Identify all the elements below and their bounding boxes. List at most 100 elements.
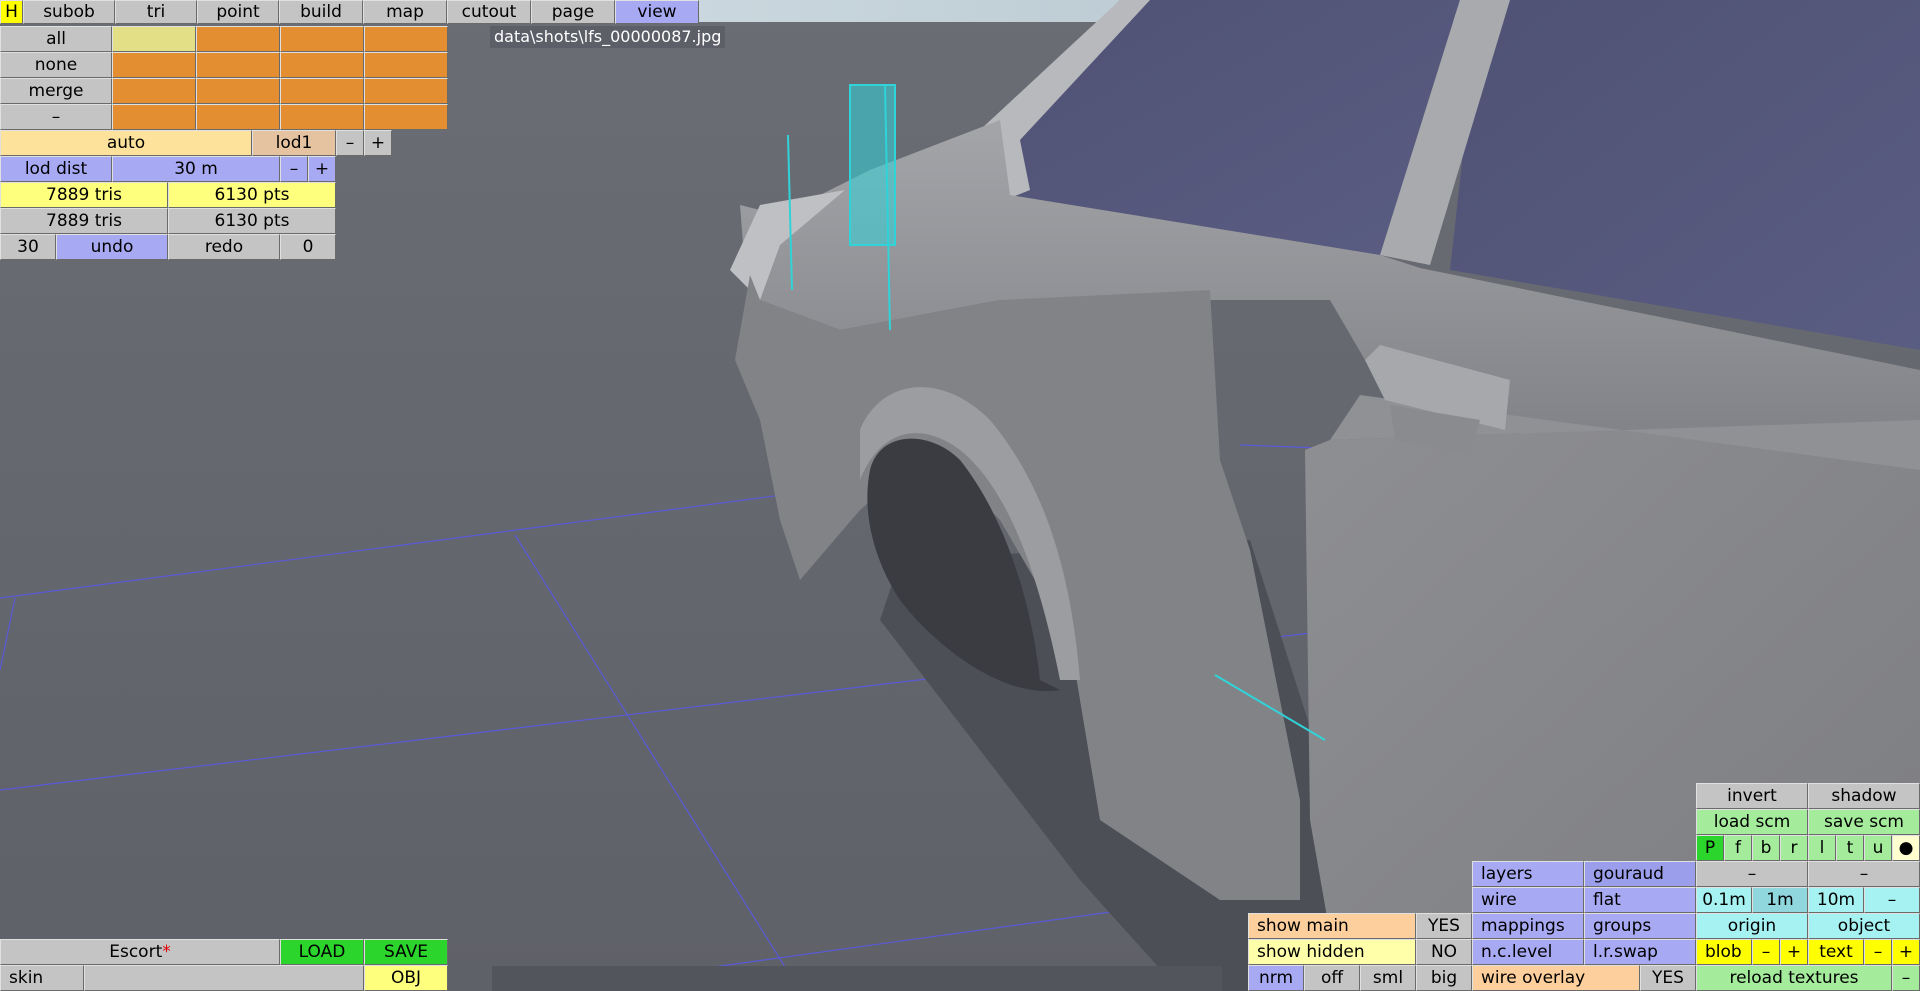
- modified-indicator: *: [162, 941, 171, 962]
- normals-big-button[interactable]: big: [1416, 965, 1472, 991]
- view-right-button[interactable]: r: [1780, 835, 1808, 861]
- menu-page[interactable]: page: [531, 0, 615, 24]
- redo-button[interactable]: redo: [168, 234, 280, 260]
- text-minus-button[interactable]: –: [1864, 939, 1892, 965]
- show-main-label: show main: [1248, 913, 1416, 939]
- lod-plus-button[interactable]: +: [364, 130, 392, 156]
- layers-button[interactable]: layers: [1472, 861, 1584, 887]
- select-all-cell-3[interactable]: [280, 26, 364, 52]
- menu-tri[interactable]: tri: [115, 0, 197, 24]
- menu-subob[interactable]: subob: [23, 0, 115, 24]
- lod-dist-value[interactable]: 30 m: [112, 156, 280, 182]
- shadow-button[interactable]: shadow: [1808, 783, 1920, 809]
- obj-button[interactable]: OBJ: [364, 965, 448, 991]
- skin-field[interactable]: [84, 965, 364, 991]
- select-all-cell-4[interactable]: [364, 26, 448, 52]
- lod-dist-minus-button[interactable]: –: [280, 156, 308, 182]
- gouraud-button[interactable]: gouraud: [1584, 861, 1696, 887]
- normals-nrm-button[interactable]: nrm: [1248, 965, 1304, 991]
- load-button[interactable]: LOAD: [280, 939, 364, 965]
- menu-point[interactable]: point: [197, 0, 279, 24]
- menu-view[interactable]: view: [615, 0, 699, 24]
- view-dot-icon[interactable]: ●: [1892, 835, 1920, 861]
- merge-cell-1[interactable]: [112, 78, 196, 104]
- invert-button[interactable]: invert: [1696, 783, 1808, 809]
- load-scm-button[interactable]: load scm: [1696, 809, 1808, 835]
- view-left-button[interactable]: l: [1808, 835, 1836, 861]
- groups-button[interactable]: groups: [1584, 913, 1696, 939]
- lod-minus-button[interactable]: –: [336, 130, 364, 156]
- redo-count: 0: [280, 234, 336, 260]
- merge-cell-3[interactable]: [280, 78, 364, 104]
- merge-cell-4[interactable]: [364, 78, 448, 104]
- flat-button[interactable]: flat: [1584, 887, 1696, 913]
- menu-cutout[interactable]: cutout: [447, 0, 531, 24]
- blob-label: blob: [1696, 939, 1752, 965]
- menu-h[interactable]: H: [0, 0, 23, 24]
- view-front-button[interactable]: f: [1724, 835, 1752, 861]
- select-none-cell-4[interactable]: [364, 52, 448, 78]
- nc-level-button[interactable]: n.c.level: [1472, 939, 1584, 965]
- show-hidden-label: show hidden: [1248, 939, 1416, 965]
- status-bar: [492, 966, 1222, 991]
- reload-textures-button[interactable]: reload textures: [1696, 965, 1892, 991]
- select-none-cell-3[interactable]: [280, 52, 364, 78]
- wire-overlay-toggle[interactable]: YES: [1640, 965, 1696, 991]
- file-path-label: data\shots\lfs_00000087.jpg: [490, 26, 726, 48]
- pts-count: 6130 pts: [168, 182, 336, 208]
- view-perspective-button[interactable]: P: [1696, 835, 1724, 861]
- minus-cell-4[interactable]: [364, 104, 448, 130]
- save-button[interactable]: SAVE: [364, 939, 448, 965]
- select-none-button[interactable]: none: [0, 52, 112, 78]
- select-none-cell-1[interactable]: [112, 52, 196, 78]
- object-button[interactable]: object: [1808, 913, 1920, 939]
- minus-cell-2[interactable]: [196, 104, 280, 130]
- merge-cell-2[interactable]: [196, 78, 280, 104]
- view-under-button[interactable]: u: [1864, 835, 1892, 861]
- wire-overlay-label: wire overlay: [1472, 965, 1640, 991]
- grid-10m-button[interactable]: 10m: [1808, 887, 1864, 913]
- save-scm-button[interactable]: save scm: [1808, 809, 1920, 835]
- show-main-toggle[interactable]: YES: [1416, 913, 1472, 939]
- merge-button[interactable]: merge: [0, 78, 112, 104]
- select-all-cell-1[interactable]: [112, 26, 196, 52]
- skin-label: skin: [0, 965, 84, 991]
- normals-off-button[interactable]: off: [1304, 965, 1360, 991]
- normals-sml-button[interactable]: sml: [1360, 965, 1416, 991]
- view-back-button[interactable]: b: [1752, 835, 1780, 861]
- reload-minus-button[interactable]: –: [1892, 965, 1920, 991]
- minus-button-1[interactable]: –: [1696, 861, 1808, 887]
- select-all-button[interactable]: all: [0, 26, 112, 52]
- blob-plus-button[interactable]: +: [1780, 939, 1808, 965]
- project-name-field[interactable]: Escort *: [0, 939, 280, 965]
- view-top-button[interactable]: t: [1836, 835, 1864, 861]
- menu-build[interactable]: build: [279, 0, 363, 24]
- tris-count-total: 7889 tris: [0, 208, 168, 234]
- tris-count: 7889 tris: [0, 182, 168, 208]
- mappings-button[interactable]: mappings: [1472, 913, 1584, 939]
- lod-dist-label: lod dist: [0, 156, 112, 182]
- grid-0-1m-button[interactable]: 0.1m: [1696, 887, 1752, 913]
- text-label: text: [1808, 939, 1864, 965]
- pts-count-total: 6130 pts: [168, 208, 336, 234]
- select-none-cell-2[interactable]: [196, 52, 280, 78]
- lod1-button[interactable]: lod1: [252, 130, 336, 156]
- origin-button[interactable]: origin: [1696, 913, 1808, 939]
- undo-button[interactable]: undo: [56, 234, 168, 260]
- lod-dist-plus-button[interactable]: +: [308, 156, 336, 182]
- grid-1m-button[interactable]: 1m: [1752, 887, 1808, 913]
- project-name: Escort: [109, 941, 163, 962]
- lod-auto-button[interactable]: auto: [0, 130, 252, 156]
- menu-map[interactable]: map: [363, 0, 447, 24]
- show-hidden-toggle[interactable]: NO: [1416, 939, 1472, 965]
- minus-button[interactable]: –: [0, 104, 112, 130]
- blob-minus-button[interactable]: –: [1752, 939, 1780, 965]
- grid-minus-button[interactable]: –: [1864, 887, 1920, 913]
- wire-button[interactable]: wire: [1472, 887, 1584, 913]
- minus-cell-1[interactable]: [112, 104, 196, 130]
- minus-button-2[interactable]: –: [1808, 861, 1920, 887]
- text-plus-button[interactable]: +: [1892, 939, 1920, 965]
- select-all-cell-2[interactable]: [196, 26, 280, 52]
- lr-swap-button[interactable]: l.r.swap: [1584, 939, 1696, 965]
- minus-cell-3[interactable]: [280, 104, 364, 130]
